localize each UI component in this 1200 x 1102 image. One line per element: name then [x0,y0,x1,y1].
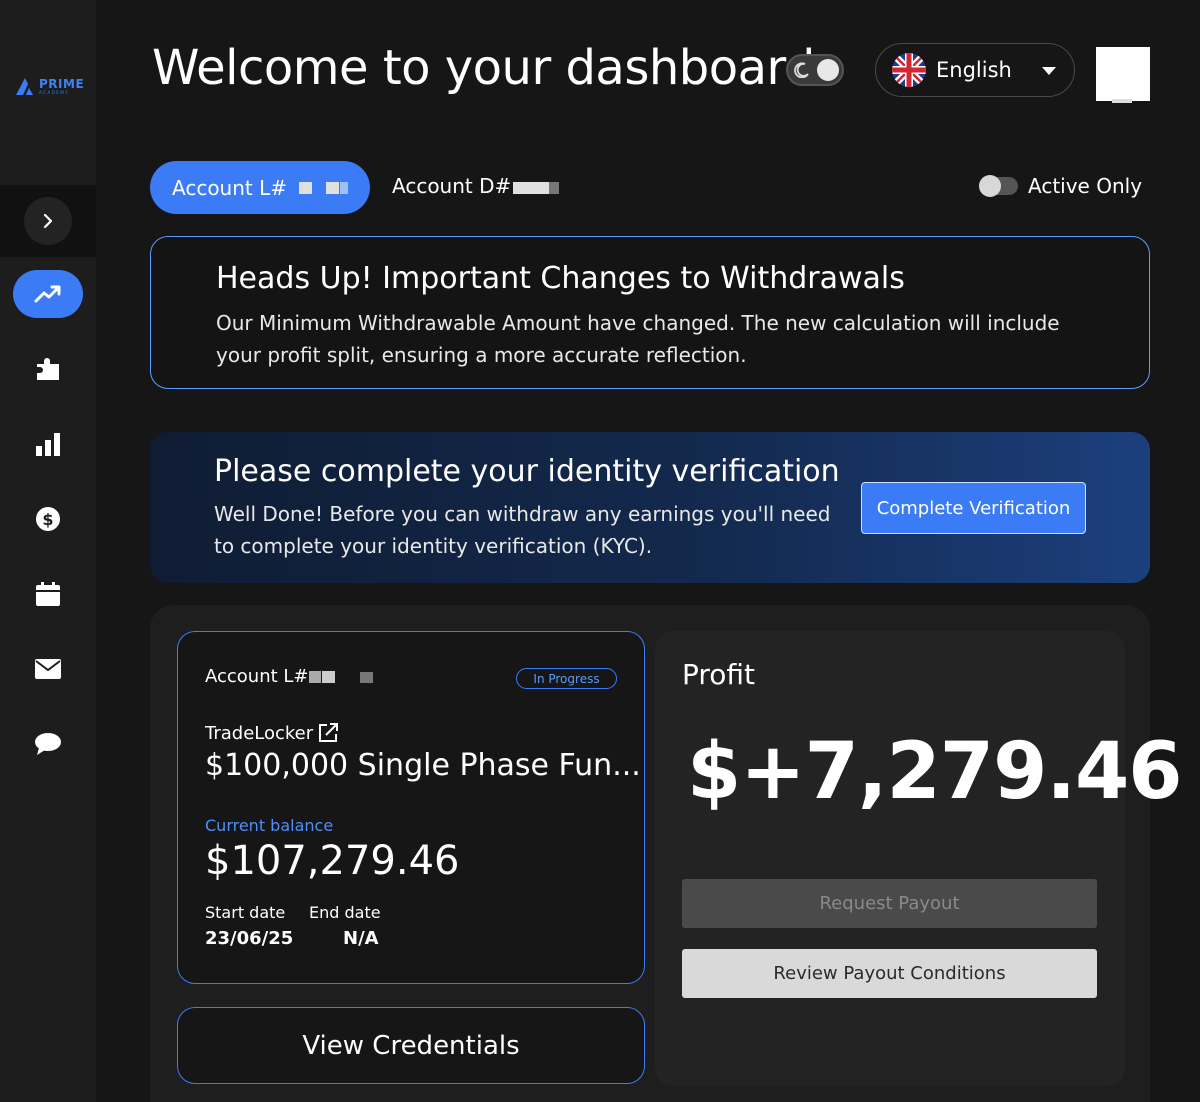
kyc-body: Well Done! Before you can withdraw any e… [214,502,831,558]
view-credentials-button[interactable]: View Credentials [177,1007,645,1084]
sidebar-item-chat[interactable] [24,720,72,768]
language-label: English [936,58,1012,82]
notice-title: Heads Up! Important Changes to Withdrawa… [216,261,905,296]
tab-account-l-label: Account L# [172,175,288,200]
bar-chart-icon [36,433,60,456]
withdrawal-notice: Heads Up! Important Changes to Withdrawa… [150,236,1150,389]
theme-toggle-knob [817,59,839,81]
redacted-id [321,671,335,683]
page-title: Welcome to your dashboard [152,40,815,96]
logo-mark-icon [16,78,33,95]
caret-down-icon [1042,67,1056,75]
theme-toggle[interactable] [786,54,844,86]
brand-logo[interactable]: PRIME ACADEMY [14,76,84,96]
redacted-id [308,671,321,683]
end-date-label: End date [309,903,381,922]
status-badge: In Progress [516,668,617,689]
sidebar-item-calendar[interactable] [24,570,72,618]
plan-name: $100,000 Single Phase Fun... [205,748,641,783]
account-card-id: Account L# [205,666,373,687]
mail-icon [35,659,61,679]
redacted-id [549,181,560,194]
end-date-value: N/A [343,928,379,949]
sidebar-item-addons[interactable] [24,345,72,393]
sidebar-item-stats[interactable] [24,420,72,468]
profit-title: Profit [682,658,756,691]
tab-account-d[interactable]: Account D# [392,174,560,198]
tab-account-d-label: Account D# [392,174,512,198]
active-only-filter[interactable]: Active Only [979,174,1143,198]
redacted-id [299,181,313,194]
moon-icon [794,62,809,78]
profit-card: Profit $+7,279.46 Request Payout Review … [655,631,1183,1086]
account-card: Account L# In Progress TradeLocker $100,… [177,631,645,984]
kyc-banner: Please complete your identity verificati… [150,432,1150,583]
user-avatar[interactable] [1096,47,1150,103]
chevron-right-icon [43,213,53,229]
dollar-icon: $ [36,507,60,531]
brand-tagline: ACADEMY [39,89,70,95]
external-link-icon [319,723,339,742]
calendar-icon [36,582,60,606]
profit-value: $+7,279.46 [687,727,1183,817]
sidebar: PRIME ACADEMY $ [0,0,96,1102]
request-payout-button[interactable]: Request Payout [682,879,1097,928]
sidebar-item-dashboard[interactable] [13,270,83,318]
complete-verification-button[interactable]: Complete Verification [861,482,1086,534]
notice-body: Our Minimum Withdrawable Amount have cha… [216,311,1060,367]
balance-value: $107,279.46 [205,838,460,884]
kyc-title: Please complete your identity verificati… [214,454,840,489]
puzzle-icon [37,358,59,380]
redacted-id [340,181,349,194]
active-only-switch[interactable] [979,175,1018,197]
balance-label: Current balance [205,816,334,835]
language-select[interactable]: English [875,43,1075,97]
start-date-value: 23/06/25 [205,928,294,949]
uk-flag-icon [892,53,926,87]
chat-icon [35,733,61,755]
svg-text:$: $ [42,510,53,529]
tab-account-l[interactable]: Account L# [150,161,370,214]
active-only-label: Active Only [1028,174,1143,198]
redacted-id [359,671,373,683]
sidebar-item-payouts[interactable]: $ [24,495,72,543]
platform-label: TradeLocker [205,722,314,744]
redacted-id [326,181,340,194]
sidebar-expand-button[interactable] [24,197,72,245]
redacted-id [513,181,550,194]
review-payout-conditions-button[interactable]: Review Payout Conditions [682,949,1097,998]
sidebar-item-messages[interactable] [24,645,72,693]
platform-link[interactable]: TradeLocker [205,722,339,744]
start-date-label: Start date [205,903,286,922]
trend-up-icon [34,285,61,303]
brand-name: PRIME [39,76,85,91]
